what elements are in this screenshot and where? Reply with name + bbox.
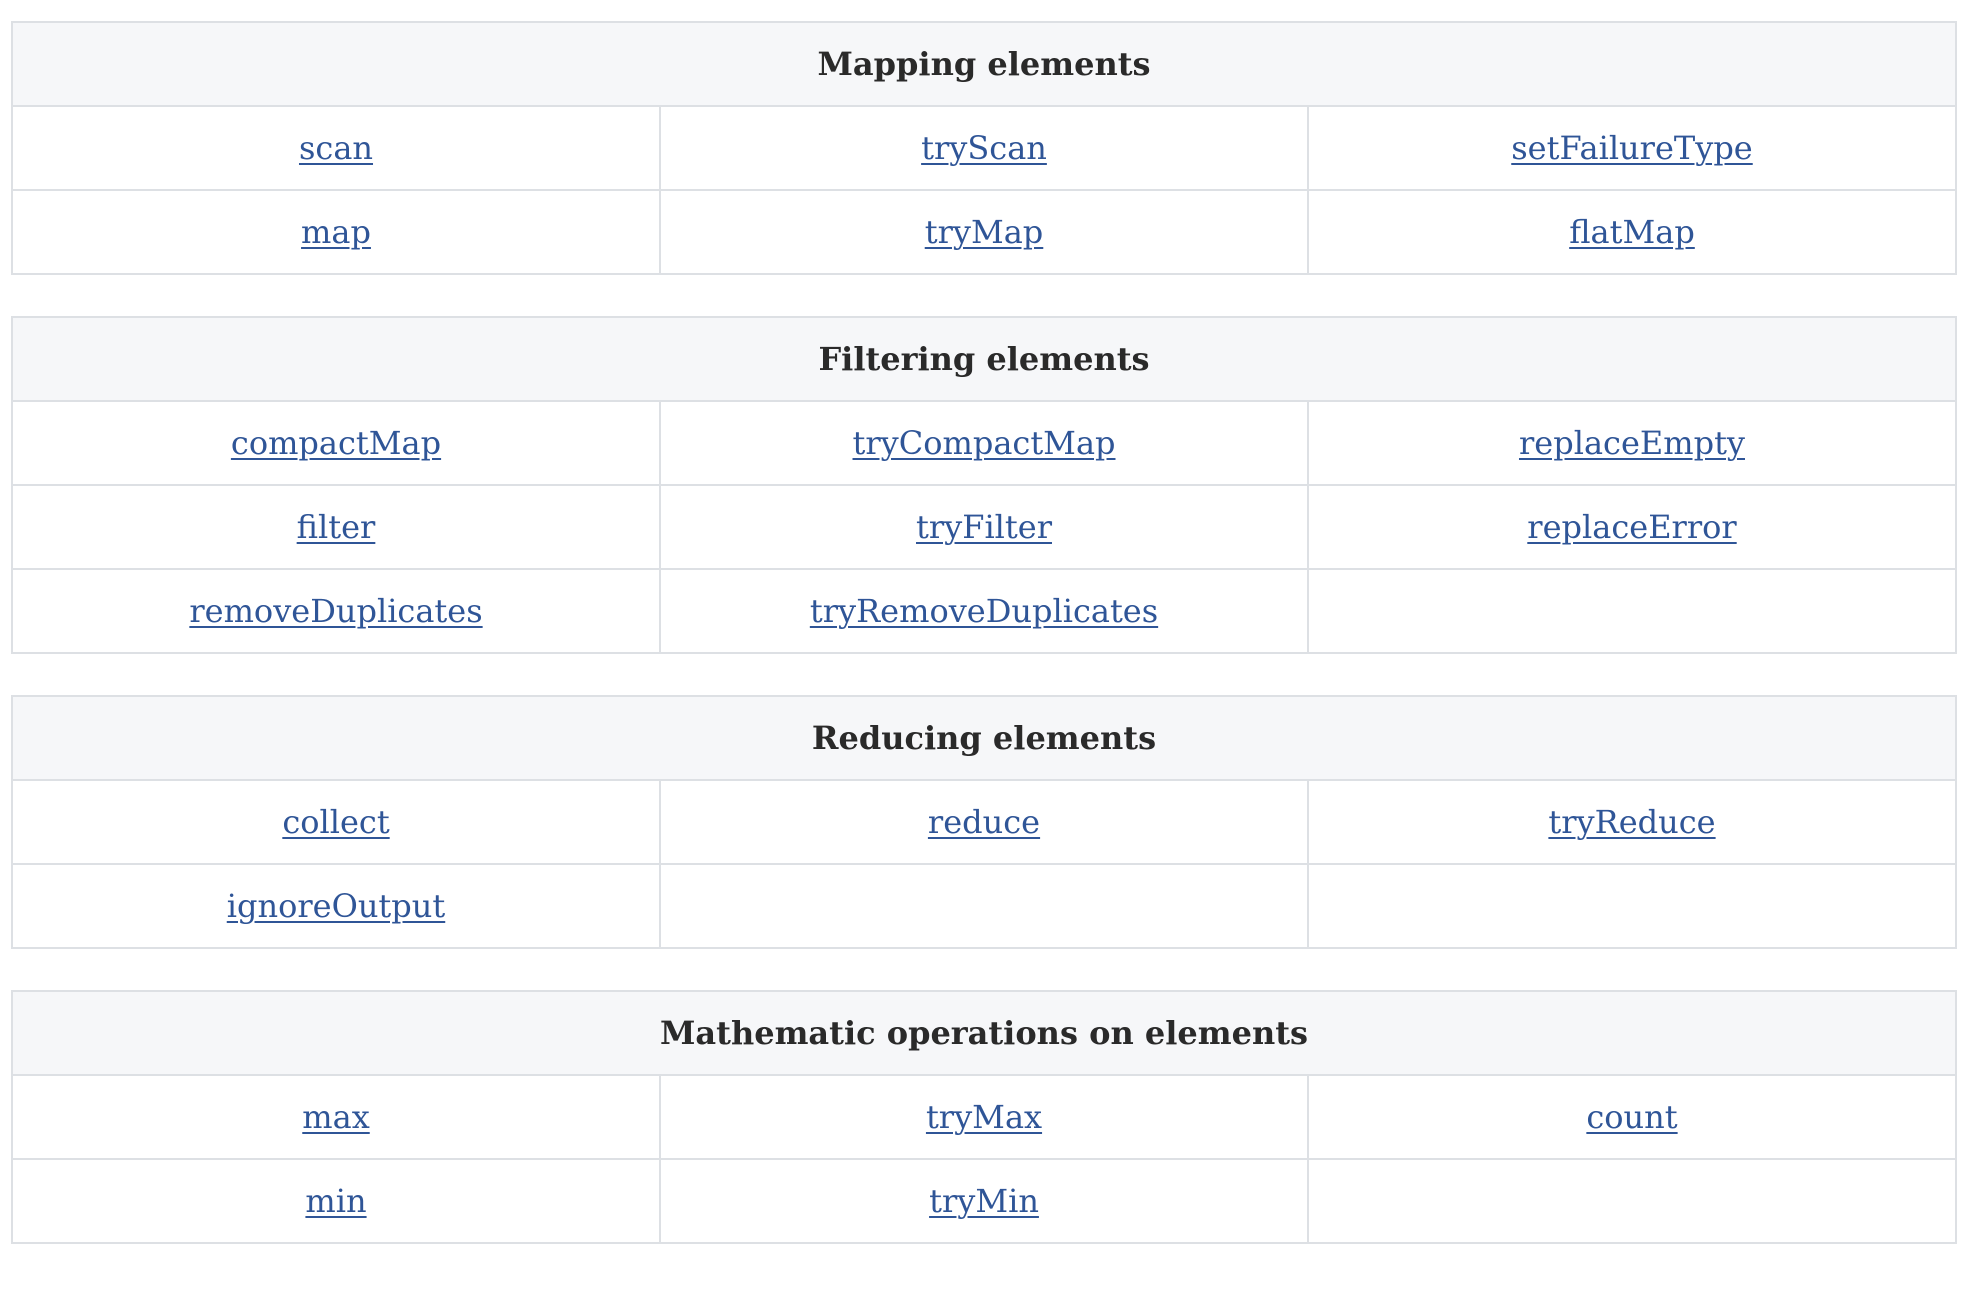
- table-cell: tryRemoveDuplicates: [659, 568, 1309, 654]
- table-cell: max: [11, 1074, 661, 1160]
- table-row: map tryMap flatMap: [11, 189, 1957, 275]
- table-row: max tryMax count: [11, 1074, 1957, 1160]
- operator-link[interactable]: min: [305, 1182, 366, 1220]
- table-cell: tryMax: [659, 1074, 1309, 1160]
- table-cell: tryCompactMap: [659, 400, 1309, 486]
- operator-link[interactable]: replaceError: [1527, 508, 1736, 546]
- operator-link[interactable]: map: [301, 213, 371, 251]
- table-cell: [1307, 1158, 1957, 1244]
- table-header-row: Reducing elements: [11, 695, 1957, 781]
- operator-table: Filtering elements compactMap tryCompactMa…: [11, 316, 1957, 654]
- operator-link[interactable]: tryFilter: [916, 508, 1052, 546]
- table-heading: Mapping elements: [11, 21, 1957, 107]
- operator-link[interactable]: tryCompactMap: [853, 424, 1116, 462]
- operator-link[interactable]: tryMap: [925, 213, 1044, 251]
- operator-tables: Mapping elements scan tryScan setFailureTyp…: [11, 21, 1957, 1285]
- table-cell: [1307, 863, 1957, 949]
- table-cell: setFailureType: [1307, 105, 1957, 191]
- operator-link[interactable]: scan: [299, 129, 373, 167]
- operator-link[interactable]: tryRemoveDuplicates: [810, 592, 1158, 630]
- table-header-row: Filtering elements: [11, 316, 1957, 402]
- table-cell: filter: [11, 484, 661, 570]
- table-cell: tryMin: [659, 1158, 1309, 1244]
- table-cell: replaceEmpty: [1307, 400, 1957, 486]
- operator-link[interactable]: collect: [282, 803, 389, 841]
- table-cell: [1307, 568, 1957, 654]
- operator-link[interactable]: tryScan: [921, 129, 1047, 167]
- table-heading: Mathematic operations on elements: [11, 990, 1957, 1076]
- table-cell: scan: [11, 105, 661, 191]
- table-cell: tryScan: [659, 105, 1309, 191]
- table-row: removeDuplicates tryRemoveDuplicates: [11, 568, 1957, 654]
- operator-link[interactable]: removeDuplicates: [189, 592, 482, 630]
- operator-link[interactable]: replaceEmpty: [1519, 424, 1745, 462]
- operator-link[interactable]: filter: [297, 508, 376, 546]
- table-row: collect reduce tryReduce: [11, 779, 1957, 865]
- table-header-row: Mathematic operations on elements: [11, 990, 1957, 1076]
- table-cell: collect: [11, 779, 661, 865]
- table-cell: map: [11, 189, 661, 275]
- table-cell: removeDuplicates: [11, 568, 661, 654]
- table-row: scan tryScan setFailureType: [11, 105, 1957, 191]
- table-heading: Reducing elements: [11, 695, 1957, 781]
- table-cell: tryReduce: [1307, 779, 1957, 865]
- operator-link[interactable]: tryMin: [929, 1182, 1039, 1220]
- operator-link[interactable]: compactMap: [231, 424, 441, 462]
- table-cell: reduce: [659, 779, 1309, 865]
- operator-link[interactable]: tryReduce: [1548, 803, 1715, 841]
- operator-link[interactable]: setFailureType: [1511, 129, 1752, 167]
- table-header-row: Mapping elements: [11, 21, 1957, 107]
- table-row: min tryMin: [11, 1158, 1957, 1244]
- table-cell: ignoreOutput: [11, 863, 661, 949]
- operator-link[interactable]: max: [302, 1098, 369, 1136]
- table-row: filter tryFilter replaceError: [11, 484, 1957, 570]
- operator-table: Mapping elements scan tryScan setFailureTyp…: [11, 21, 1957, 275]
- table-cell: [659, 863, 1309, 949]
- table-heading: Filtering elements: [11, 316, 1957, 402]
- table-cell: tryFilter: [659, 484, 1309, 570]
- operator-table: Mathematic operations on elements max tryM…: [11, 990, 1957, 1244]
- table-cell: compactMap: [11, 400, 661, 486]
- table-cell: tryMap: [659, 189, 1309, 275]
- table-row: compactMap tryCompactMap replaceEmpty: [11, 400, 1957, 486]
- table-cell: flatMap: [1307, 189, 1957, 275]
- operator-table: Reducing elements collect reduce tryReduce i…: [11, 695, 1957, 949]
- table-cell: min: [11, 1158, 661, 1244]
- operator-link[interactable]: flatMap: [1569, 213, 1695, 251]
- table-row: ignoreOutput: [11, 863, 1957, 949]
- operator-link[interactable]: reduce: [928, 803, 1040, 841]
- table-cell: replaceError: [1307, 484, 1957, 570]
- table-cell: count: [1307, 1074, 1957, 1160]
- operator-link[interactable]: tryMax: [926, 1098, 1042, 1136]
- operator-link[interactable]: ignoreOutput: [227, 887, 445, 925]
- operator-link[interactable]: count: [1586, 1098, 1677, 1136]
